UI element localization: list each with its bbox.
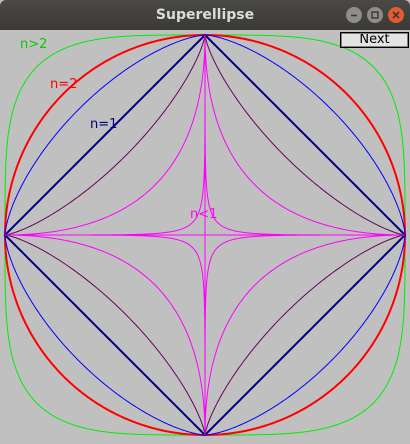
title-bar[interactable]: Superellipse: [0, 0, 410, 30]
close-icon[interactable]: [388, 7, 404, 23]
label-n-equals-2: n=2: [50, 77, 78, 92]
maximize-icon[interactable]: [367, 7, 383, 23]
next-button[interactable]: Next: [340, 32, 409, 48]
label-n-greater-2: n>2: [20, 37, 48, 52]
label-n-equals-1: n=1: [90, 117, 118, 132]
minimize-icon[interactable]: [346, 7, 362, 23]
label-n-less-1: n<1: [190, 207, 218, 222]
